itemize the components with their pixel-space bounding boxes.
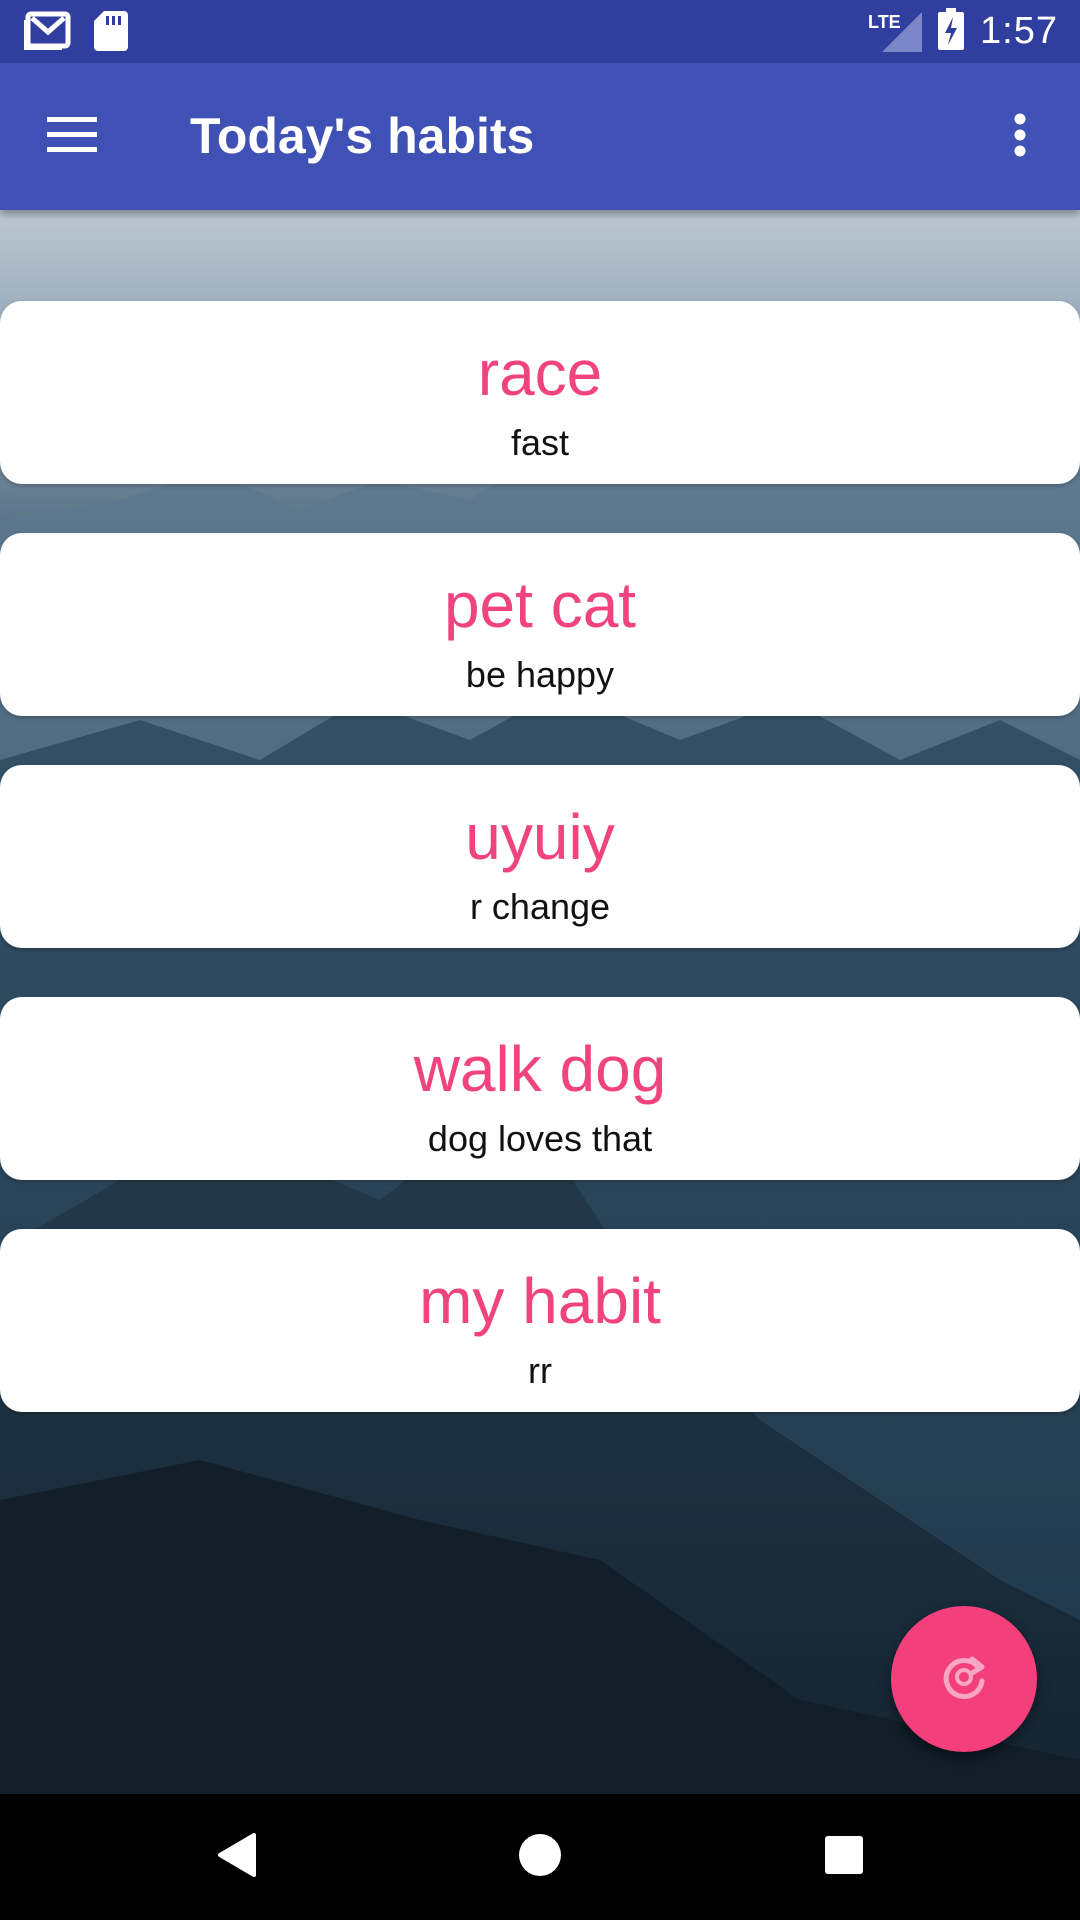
- habit-card[interactable]: uyuiy r change: [0, 765, 1080, 948]
- habit-card[interactable]: pet cat be happy: [0, 533, 1080, 716]
- habit-description: be happy: [465, 654, 615, 695]
- menu-button[interactable]: [30, 95, 114, 179]
- home-icon: [518, 1833, 562, 1882]
- habit-list: race fast pet cat be happy uyuiy r chang…: [0, 301, 1080, 1461]
- habit-name: race: [477, 337, 603, 409]
- recents-button[interactable]: [804, 1817, 884, 1897]
- habit-description: r change: [469, 886, 611, 927]
- habit-description: dog loves that: [427, 1118, 653, 1159]
- lte-signal-icon: LTE: [868, 10, 923, 54]
- habit-card[interactable]: my habit rr: [0, 1229, 1080, 1412]
- habit-name: walk dog: [413, 1033, 667, 1105]
- recents-icon: [824, 1835, 864, 1880]
- status-left-icons: [24, 10, 128, 57]
- back-icon: [214, 1831, 258, 1884]
- overflow-menu-button[interactable]: [978, 95, 1062, 179]
- habit-name: my habit: [419, 1265, 661, 1337]
- home-button[interactable]: [500, 1817, 580, 1897]
- habit-name: pet cat: [443, 569, 637, 641]
- app-bar: Today's habits: [0, 63, 1080, 210]
- status-right-icons: LTE 1:57: [868, 0, 1058, 63]
- more-vert-icon: [1013, 113, 1027, 162]
- refresh-icon: [938, 1651, 990, 1708]
- battery-charging-icon: [938, 8, 965, 55]
- network-label: LTE: [868, 11, 901, 32]
- habit-card[interactable]: walk dog dog loves that: [0, 997, 1080, 1180]
- habit-description: fast: [510, 422, 570, 463]
- sd-card-icon: [94, 11, 128, 56]
- navigation-bar: [0, 1794, 1080, 1920]
- hamburger-menu-icon: [47, 116, 97, 158]
- status-time: 1:57: [980, 10, 1058, 52]
- status-bar: LTE 1:57: [0, 0, 1080, 63]
- habit-card[interactable]: race fast: [0, 301, 1080, 484]
- page-title: Today's habits: [190, 108, 535, 164]
- gmail-icon: [24, 10, 72, 57]
- habit-name: uyuiy: [465, 801, 615, 873]
- refresh-fab-button[interactable]: [891, 1606, 1037, 1752]
- back-button[interactable]: [196, 1817, 276, 1897]
- habit-description: rr: [528, 1350, 552, 1391]
